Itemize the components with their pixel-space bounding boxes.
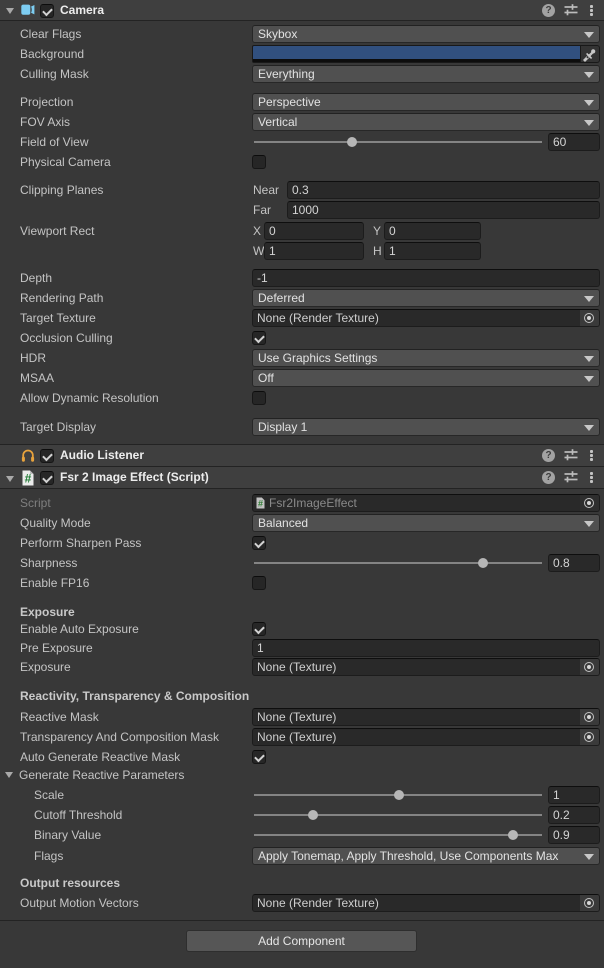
- svg-text:#: #: [258, 499, 263, 509]
- svg-text:#: #: [25, 472, 32, 486]
